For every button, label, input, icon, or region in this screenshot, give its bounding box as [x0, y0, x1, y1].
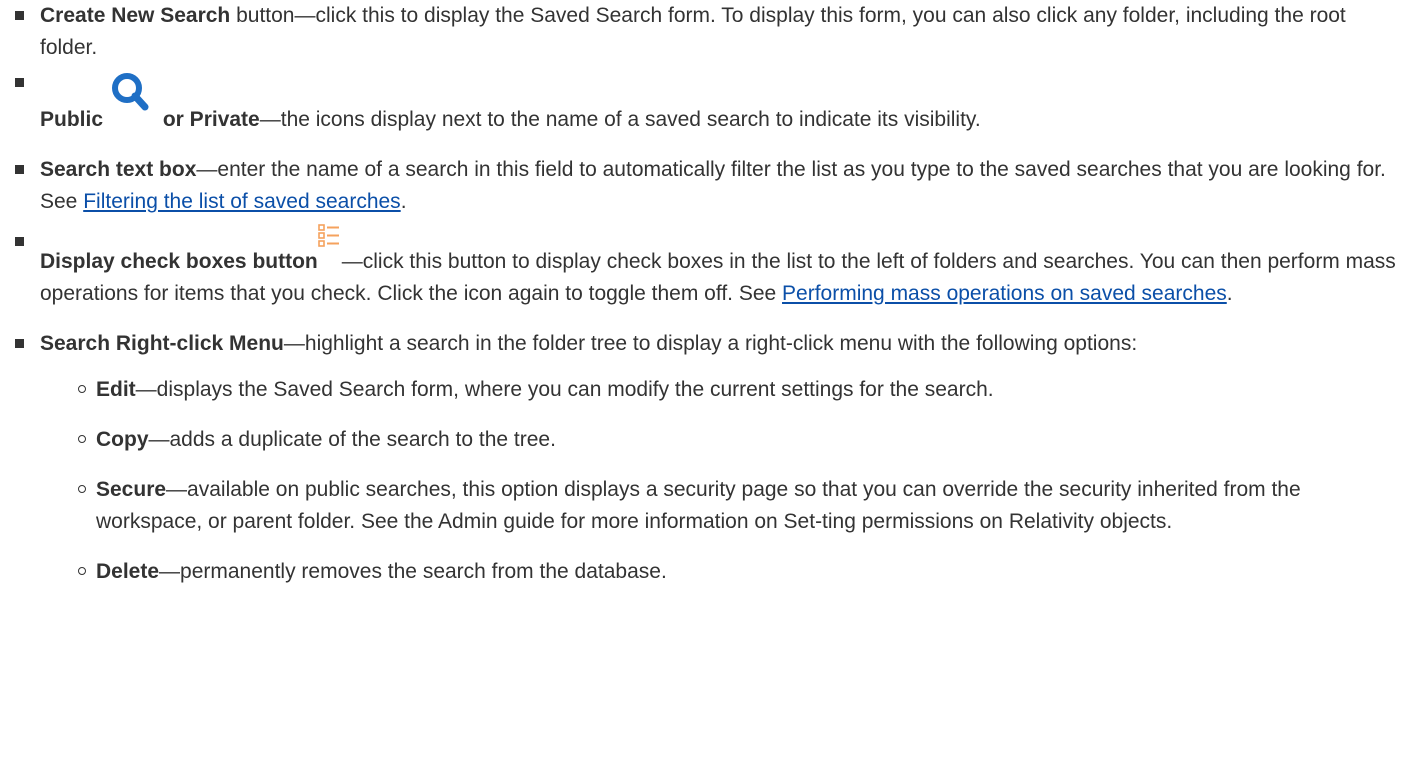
list-item-public-private: Public or Private—the icons display next… [0, 73, 1417, 136]
mass-operations-saved-searches-link[interactable]: Performing mass operations on saved sear… [782, 282, 1227, 305]
sub-item-text: —displays the Saved Search form, where y… [135, 378, 994, 401]
checklist-icon [317, 224, 340, 248]
sub-item-secure: Secure—available on public searches, thi… [0, 474, 1417, 538]
sub-item-bold-label: Secure [96, 478, 167, 501]
sub-item-copy: Copy—adds a duplicate of the search to t… [0, 424, 1417, 456]
item-bold-label: Public [40, 108, 104, 131]
circle-bullet-icon [78, 567, 86, 575]
item-text-after: . [400, 190, 407, 213]
item-bold-label: Search Right-click Menu [40, 332, 284, 355]
sub-item-text: —available on public searches, this opti… [96, 478, 1301, 533]
list-item-search-right-click-menu: Search Right-click Menu—highlight a sear… [0, 328, 1417, 360]
circle-bullet-icon [78, 485, 86, 493]
sub-item-delete: Delete—permanently removes the search fr… [0, 556, 1417, 588]
square-bullet-icon [15, 11, 24, 20]
sub-item-text: —permanently removes the search from the… [159, 560, 667, 583]
square-bullet-icon [15, 165, 24, 174]
item-text-after: . [1226, 282, 1233, 305]
item-bold-label: Create New Search [40, 4, 231, 27]
item-text: —the icons display next to the name of a… [259, 108, 981, 131]
item-bold-label-2: or Private [157, 108, 260, 131]
filtering-saved-searches-link[interactable]: Filtering the list of saved searches [83, 190, 400, 213]
square-bullet-icon [15, 78, 24, 87]
square-bullet-icon [15, 339, 24, 348]
magnifier-search-icon [109, 70, 153, 112]
sub-item-edit: Edit—displays the Saved Search form, whe… [0, 374, 1417, 406]
item-text: —highlight a search in the folder tree t… [283, 332, 1138, 355]
circle-bullet-icon [78, 385, 86, 393]
sub-item-bold-label: Edit [96, 378, 136, 401]
list-item-search-text-box: Search text box—enter the name of a sear… [0, 154, 1417, 218]
item-bold-label: Search text box [40, 158, 197, 181]
circle-bullet-icon [78, 435, 86, 443]
square-bullet-icon [15, 237, 24, 246]
list-item-display-check-boxes: Display check boxes button —click this bu… [0, 224, 1417, 310]
document-body: Create New Search button—click this to d… [0, 0, 1417, 606]
sub-item-text: —adds a duplicate of the search to the t… [148, 428, 556, 451]
item-text: button—click this to display the Saved S… [40, 4, 1346, 59]
item-bold-label: Display check boxes button [40, 250, 318, 273]
sub-item-bold-label: Delete [96, 560, 160, 583]
sub-item-bold-label: Copy [96, 428, 149, 451]
list-item-create-new-search: Create New Search button—click this to d… [0, 0, 1417, 64]
